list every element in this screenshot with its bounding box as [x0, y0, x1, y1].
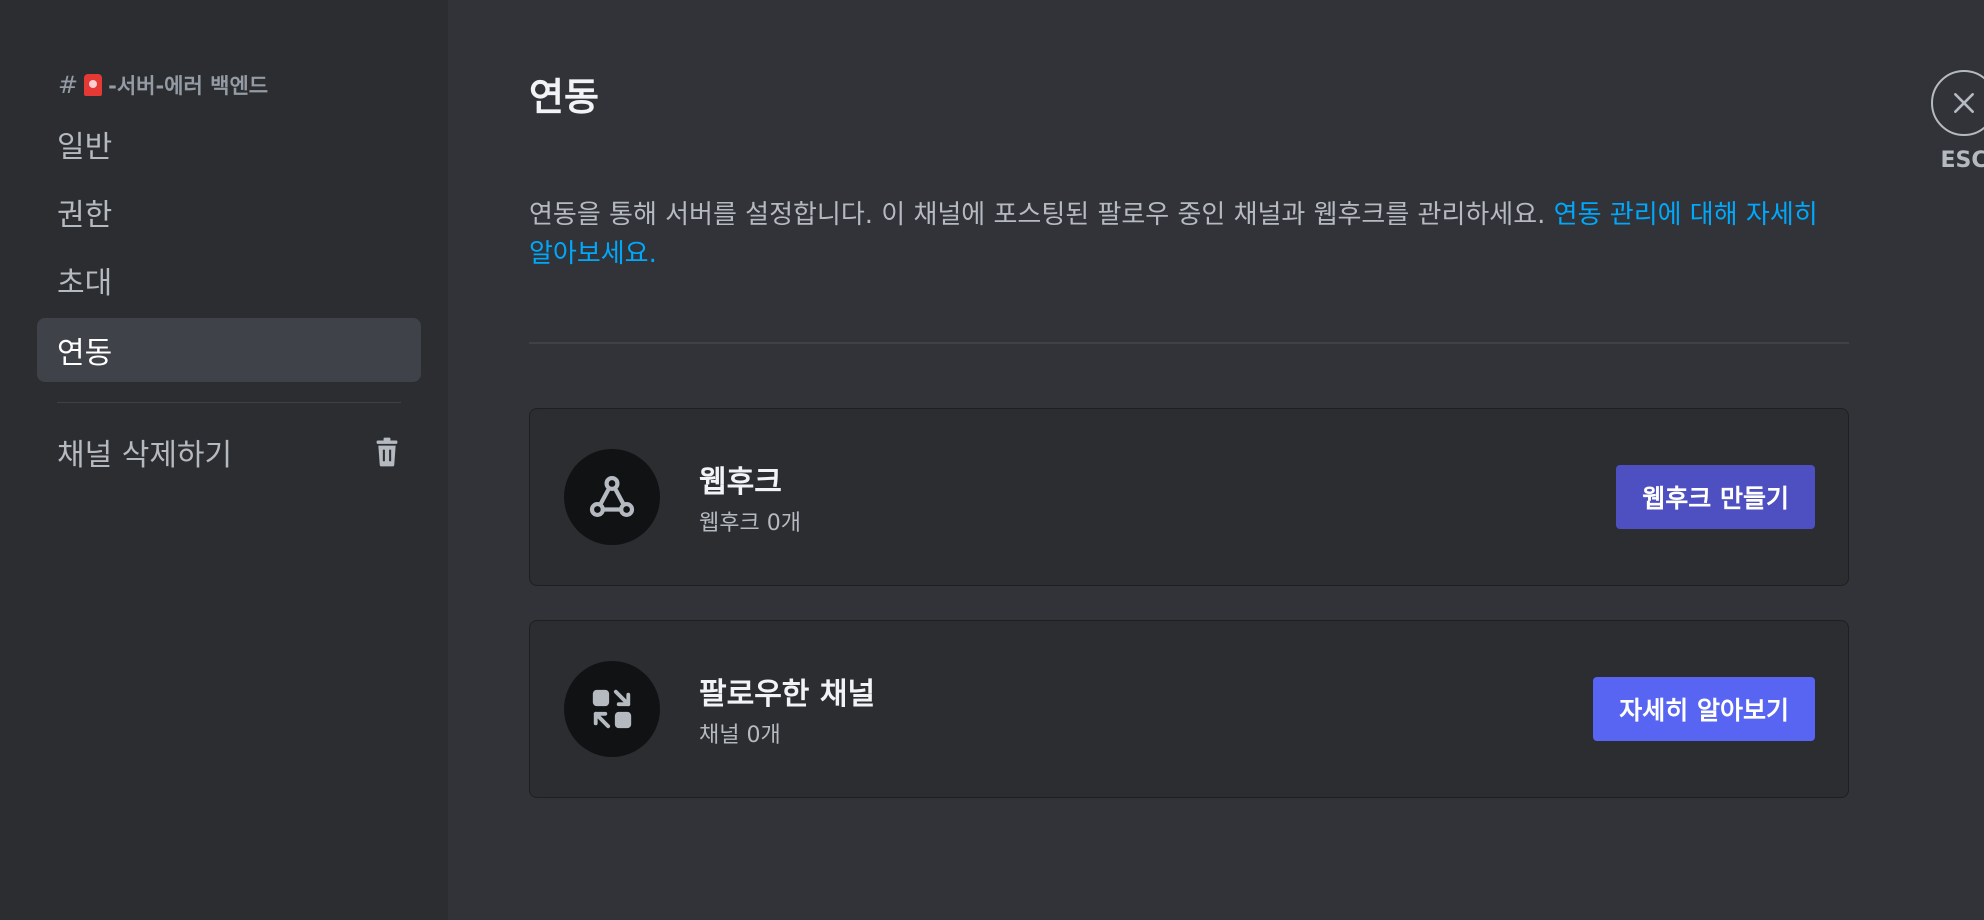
settings-sidebar: # -서버-에러 백엔드 일반 권한 초대 연동 채널 삭제하기 — [0, 0, 448, 920]
trash-icon — [376, 437, 398, 467]
sidebar-divider — [57, 402, 401, 403]
card-title: 웹후크 — [699, 465, 782, 500]
hash-icon: # — [58, 71, 79, 99]
channel-name: -서버-에러 백엔드 — [108, 74, 269, 98]
card-subtitle: 웹후크 0개 — [699, 511, 801, 536]
close-settings: ESC — [1929, 70, 1984, 173]
card-subtitle: 채널 0개 — [699, 723, 781, 748]
sidebar-item-integrations[interactable]: 연동 — [37, 318, 421, 382]
learn-more-button[interactable]: 자세히 알아보기 — [1593, 677, 1815, 741]
sidebar-item-general[interactable]: 일반 — [37, 112, 421, 176]
sidebar-item-label: 연동 — [57, 336, 113, 371]
sidebar-item-invites[interactable]: 초대 — [37, 248, 421, 312]
sidebar-item-label: 초대 — [57, 266, 113, 301]
close-button[interactable] — [1931, 70, 1984, 136]
webhook-icon — [564, 449, 660, 545]
followed-channels-card[interactable]: 팔로우한 채널 채널 0개 자세히 알아보기 — [529, 620, 1849, 798]
followed-channel-icon — [564, 661, 660, 757]
delete-channel-button[interactable]: 채널 삭제하기 — [37, 420, 421, 484]
delete-channel-label: 채널 삭제하기 — [57, 438, 233, 473]
card-title: 팔로우한 채널 — [699, 677, 876, 712]
sidebar-item-label: 일반 — [57, 130, 113, 165]
description-text: 연동을 통해 서버를 설정합니다. 이 채널에 포스팅된 팔로우 중인 채널과 … — [529, 200, 1554, 230]
page-title: 연동 — [529, 75, 599, 119]
content-divider — [529, 342, 1849, 344]
esc-label: ESC — [1940, 148, 1984, 173]
webhooks-card[interactable]: 웹후크 웹후크 0개 웹후크 만들기 — [529, 408, 1849, 586]
sidebar-item-permissions[interactable]: 권한 — [37, 180, 421, 244]
create-webhook-button[interactable]: 웹후크 만들기 — [1616, 465, 1815, 529]
page-description: 연동을 통해 서버를 설정합니다. 이 채널에 포스팅된 팔로우 중인 채널과 … — [529, 196, 1849, 274]
sidebar-item-label: 권한 — [57, 198, 113, 233]
close-icon — [1954, 93, 1974, 113]
channel-header: # -서버-에러 백엔드 — [58, 70, 268, 100]
siren-icon — [84, 74, 103, 96]
